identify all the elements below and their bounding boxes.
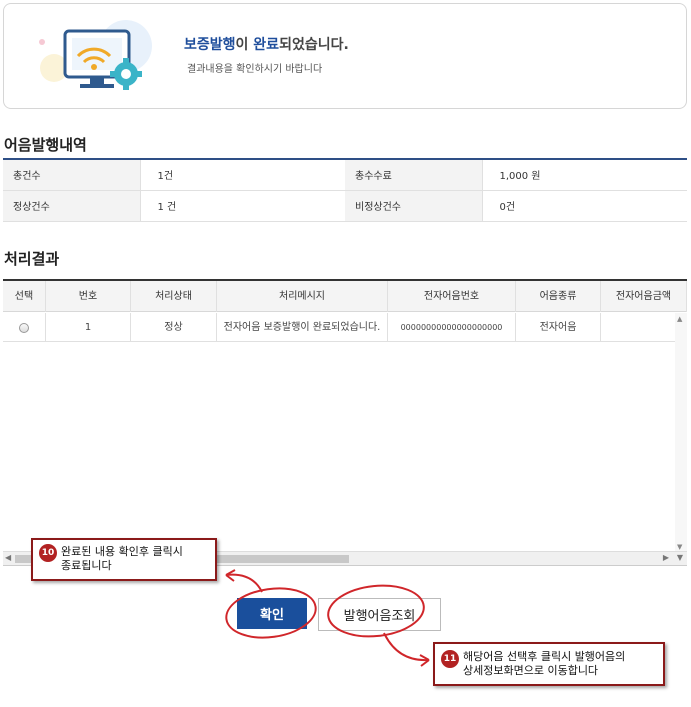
summary-row: 정상건수 1 건 비정상건수 0건 bbox=[3, 190, 687, 222]
col-header-select[interactable]: 선택 bbox=[3, 281, 46, 312]
scroll-down-icon[interactable]: ▼ bbox=[677, 543, 682, 551]
monitor-settings-illustration bbox=[39, 20, 152, 90]
callout-text: 완료된 내용 확인후 클릭시 종료됩니다 bbox=[61, 545, 183, 573]
callout-line: 완료된 내용 확인후 클릭시 bbox=[61, 545, 183, 558]
completion-title: 보증발행이 완료되었습니다. bbox=[184, 34, 349, 54]
callout-confirm-help: 10 완료된 내용 확인후 클릭시 종료됩니다 bbox=[31, 538, 217, 581]
summary-label: 총수수료 bbox=[345, 159, 482, 191]
summary-value: 1,000 원 bbox=[481, 159, 687, 191]
callout-text: 해당어음 선택후 클릭시 발행어음의 상세정보화면으로 이동합니다 bbox=[463, 650, 625, 678]
summary-label: 비정상건수 bbox=[345, 190, 482, 222]
callout-line: 상세정보화면으로 이동합니다 bbox=[463, 664, 599, 677]
row-radio-button[interactable] bbox=[19, 322, 29, 333]
col-header-number[interactable]: 번호 bbox=[46, 281, 131, 312]
col-header-status[interactable]: 처리상태 bbox=[131, 281, 217, 312]
summary-label: 총건수 bbox=[3, 159, 140, 191]
row-select-cell[interactable] bbox=[3, 313, 46, 342]
summary-table: 총건수 1건 총수수료 1,000 원 정상건수 1 건 비정상건수 0건 bbox=[3, 158, 687, 222]
row-note-number: 00000000000000000000 bbox=[388, 313, 516, 342]
callout-number-badge: 10 bbox=[39, 544, 57, 562]
results-section-title: 처리결과 bbox=[4, 250, 60, 268]
row-note-type: 전자어음 bbox=[516, 313, 601, 342]
table-row[interactable]: 1 정상 전자어음 보증발행이 완료되었습니다. 000000000000000… bbox=[3, 313, 687, 342]
scroll-left-icon[interactable]: ◀ bbox=[5, 553, 11, 562]
title-particle: 이 bbox=[235, 37, 254, 53]
summary-row: 총건수 1건 총수수료 1,000 원 bbox=[3, 159, 687, 191]
col-header-amount[interactable]: 전자어음금액 bbox=[601, 281, 687, 312]
scroll-right-icon[interactable]: ▶ bbox=[663, 553, 669, 562]
completion-panel: 보증발행이 완료되었습니다. 결과내용을 확인하시기 바랍니다 bbox=[3, 3, 687, 109]
summary-value: 1 건 bbox=[139, 190, 345, 222]
callout-line: 해당어음 선택후 클릭시 발행어음의 bbox=[463, 650, 626, 663]
callout-number-badge: 11 bbox=[441, 650, 459, 668]
col-header-note-number[interactable]: 전자어음번호 bbox=[388, 281, 516, 312]
summary-value: 0건 bbox=[481, 190, 687, 222]
scroll-up-icon[interactable]: ▲ bbox=[677, 315, 682, 323]
scroll-down-small-icon[interactable]: ▼ bbox=[677, 553, 683, 562]
title-highlight-issue: 보증발행 bbox=[184, 37, 236, 53]
summary-value: 1건 bbox=[139, 159, 345, 191]
row-number: 1 bbox=[46, 313, 131, 342]
title-highlight-done: 완료 bbox=[253, 37, 280, 53]
title-end: 되었습니다. bbox=[279, 37, 349, 53]
grid-header: 선택 번호 처리상태 처리메시지 전자어음번호 어음종류 전자어음금액 bbox=[3, 281, 687, 312]
completion-subtitle: 결과내용을 확인하시기 바랍니다 bbox=[187, 64, 323, 75]
col-header-note-type[interactable]: 어음종류 bbox=[516, 281, 601, 312]
confirm-button[interactable]: 확인 bbox=[237, 598, 307, 629]
callout-line: 종료됩니다 bbox=[61, 559, 112, 572]
col-header-message[interactable]: 처리메시지 bbox=[217, 281, 388, 312]
row-message: 전자어음 보증발행이 완료되었습니다. bbox=[217, 313, 388, 342]
callout-lookup-help: 11 해당어음 선택후 클릭시 발행어음의 상세정보화면으로 이동합니다 bbox=[433, 642, 665, 686]
vertical-scrollbar[interactable]: ▲ ▼ bbox=[675, 313, 687, 553]
results-grid: 선택 번호 처리상태 처리메시지 전자어음번호 어음종류 전자어음금액 1 정상… bbox=[3, 279, 687, 566]
issued-note-lookup-button[interactable]: 발행어음조회 bbox=[318, 598, 441, 631]
summary-label: 정상건수 bbox=[3, 190, 140, 222]
row-status: 정상 bbox=[131, 313, 217, 342]
summary-section-title: 어음발행내역 bbox=[4, 136, 87, 154]
